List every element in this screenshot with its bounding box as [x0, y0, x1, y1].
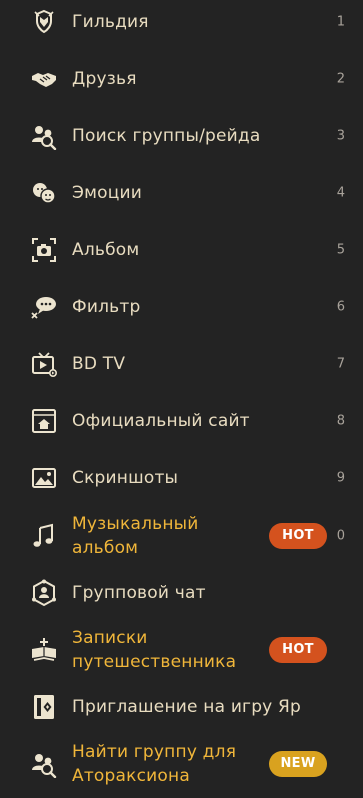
menu-item-label: Фильтр — [72, 297, 141, 317]
menu-item-label: Скриншоты — [72, 468, 179, 488]
tv-play-icon — [30, 350, 58, 378]
menu-item-bd-tv[interactable]: BD TV 7 — [0, 339, 363, 389]
menu-item-atoraxion-party[interactable]: Найти группу для Атораксиона NEW — [0, 739, 363, 789]
menu-item-label: Записки путешественника — [72, 626, 236, 674]
menu-item-emotes[interactable]: Эмоции 4 — [0, 168, 363, 218]
hotkey-label: 3 — [336, 128, 345, 144]
menu-item-label: Групповой чат — [72, 583, 206, 603]
menu-item-label: BD TV — [72, 354, 126, 374]
menu-item-label-line: Найти группу для — [72, 742, 237, 762]
menu-item-label: Гильдия — [72, 12, 149, 32]
menu-item-group-chat[interactable]: Групповой чат — [0, 568, 363, 618]
menu-item-label: Музыкальный альбом — [72, 512, 199, 560]
invitation-card-icon — [30, 693, 58, 721]
menu-item-label: Альбом — [72, 240, 140, 260]
menu-item-friends[interactable]: Друзья 2 — [0, 54, 363, 104]
picture-icon — [30, 464, 58, 492]
hotkey-label: 8 — [336, 413, 345, 429]
menu-item-album[interactable]: Альбом 5 — [0, 225, 363, 275]
menu-item-invitation[interactable]: Приглашение на игру Яр — [0, 682, 363, 732]
handshake-icon — [30, 65, 58, 93]
menu-item-label-line: путешественника — [72, 652, 237, 672]
menu-item-guild[interactable]: Гильдия 1 — [0, 0, 363, 47]
hotkey-label: 9 — [336, 470, 345, 486]
menu-item-label: Приглашение на игру Яр — [72, 697, 302, 717]
menu-item-label: Официальный сайт — [72, 411, 250, 431]
hot-badge: HOT — [269, 523, 327, 549]
menu-item-label: Друзья — [72, 69, 137, 89]
menu-item-label: Найти группу для Атораксиона — [72, 740, 236, 788]
group-chat-icon — [30, 579, 58, 607]
camera-album-icon — [30, 236, 58, 264]
new-badge: NEW — [269, 751, 327, 777]
menu-item-official-site[interactable]: Официальный сайт 8 — [0, 396, 363, 446]
menu-item-traveler-notes[interactable]: Записки путешественника HOT — [0, 625, 363, 675]
menu-item-music-album[interactable]: Музыкальный альбом HOT 0 — [0, 511, 363, 561]
hot-badge: HOT — [269, 637, 327, 663]
hotkey-label: 4 — [336, 185, 345, 201]
hotkey-label: 2 — [336, 71, 345, 87]
menu-item-screenshots[interactable]: Скриншоты 9 — [0, 453, 363, 503]
menu-item-label-line: Атораксиона — [72, 766, 190, 786]
menu-item-label-line: альбом — [72, 538, 139, 558]
hotkey-label: 1 — [336, 14, 345, 30]
guild-crest-icon — [30, 8, 58, 36]
home-site-icon — [30, 407, 58, 435]
menu-item-filter[interactable]: Фильтр 6 — [0, 282, 363, 332]
hotkey-label: 6 — [336, 299, 345, 315]
party-search-icon — [30, 122, 58, 150]
side-menu: Гильдия 1 Друзья 2 Поиск группы/рейда 3 … — [0, 0, 363, 798]
hotkey-label: 5 — [336, 242, 345, 258]
music-note-icon — [30, 522, 58, 550]
hotkey-label: 7 — [336, 356, 345, 372]
emotes-faces-icon — [30, 179, 58, 207]
party-search-icon — [30, 750, 58, 778]
menu-item-label: Поиск группы/рейда — [72, 126, 261, 146]
chat-filter-icon — [30, 293, 58, 321]
hotkey-label: 0 — [336, 528, 345, 544]
traveler-book-icon — [30, 636, 58, 664]
menu-item-party-search[interactable]: Поиск группы/рейда 3 — [0, 111, 363, 161]
menu-item-label-line: Музыкальный — [72, 514, 199, 534]
menu-item-label: Эмоции — [72, 183, 142, 203]
menu-item-label-line: Записки — [72, 628, 148, 648]
